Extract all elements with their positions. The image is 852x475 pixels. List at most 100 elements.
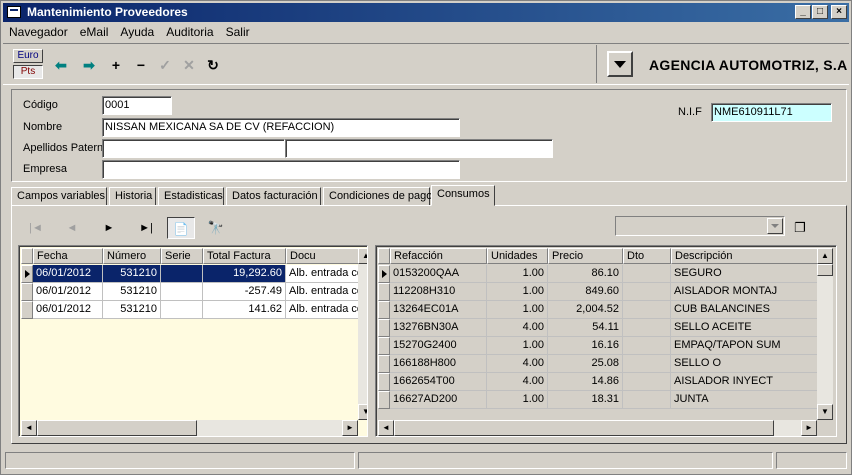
horizontal-scrollbar[interactable]: ◄ ► — [378, 420, 817, 436]
copy-icon[interactable]: ❐ — [786, 217, 814, 239]
last-record-button[interactable]: ►| — [132, 217, 160, 239]
row-indicator — [21, 265, 33, 283]
tab-historia[interactable]: Historia — [109, 187, 156, 206]
next-record-button[interactable]: ► — [95, 217, 123, 239]
cell-dto — [623, 265, 671, 283]
menu-auditoria[interactable]: Auditoria — [160, 23, 219, 41]
apellido-materno-field[interactable] — [285, 139, 553, 158]
cell-precio: 18.31 — [548, 391, 623, 409]
currency-pts-button[interactable]: Pts — [13, 65, 43, 79]
cell-docu: Alb. entrada co — [286, 301, 360, 319]
first-record-button[interactable]: |◄ — [22, 217, 50, 239]
consumos-panel: |◄ ◄ ► ►| 📄 🔭 ❐ Fecha Número Serie Total… — [11, 205, 847, 444]
vertical-scrollbar[interactable]: ▲ ▼ — [817, 248, 833, 420]
tab-condiciones-pago[interactable]: Condiciones de pago — [323, 187, 432, 206]
cell-total: 141.62 — [203, 301, 286, 319]
header-indicator — [21, 248, 33, 264]
arrow-left-icon[interactable]: ⬅ — [51, 56, 71, 74]
cell-unidades: 1.00 — [487, 337, 548, 355]
chevron-down-icon[interactable] — [767, 218, 783, 234]
scroll-thumb[interactable] — [37, 420, 197, 436]
col-total-factura[interactable]: Total Factura — [203, 248, 286, 264]
cell-unidades: 1.00 — [487, 301, 548, 319]
prev-record-button[interactable]: ◄ — [58, 217, 86, 239]
cell-numero: 531210 — [103, 301, 161, 319]
x-icon[interactable]: ✕ — [179, 56, 199, 74]
col-refaccion[interactable]: Refacción — [390, 248, 487, 264]
scroll-thumb[interactable] — [394, 420, 774, 436]
cell-unidades: 1.00 — [487, 391, 548, 409]
row-indicator — [378, 337, 390, 355]
plus-icon[interactable]: + — [106, 56, 126, 74]
check-icon[interactable]: ✓ — [155, 56, 175, 74]
close-button[interactable]: × — [831, 5, 847, 19]
currency-euro-button[interactable]: Euro — [13, 49, 43, 63]
scroll-left-button[interactable]: ◄ — [378, 420, 394, 436]
company-name: AGENCIA AUTOMOTRIZ, S.A — [649, 57, 848, 73]
cell-serie — [161, 283, 203, 301]
nif-field[interactable]: NME610911L71 — [711, 103, 832, 122]
tab-campos-variables[interactable]: Campos variables — [11, 187, 107, 206]
company-dropdown-button[interactable] — [607, 51, 633, 77]
cell-dto — [623, 391, 671, 409]
scroll-left-button[interactable]: ◄ — [21, 420, 37, 436]
col-docu[interactable]: Docu — [286, 248, 360, 264]
scroll-up-button[interactable]: ▲ — [358, 248, 367, 264]
scroll-right-button[interactable]: ► — [342, 420, 358, 436]
scroll-up-button[interactable]: ▲ — [817, 248, 833, 264]
menu-bar: Navegador eMail Ayuda Auditoria Salir — [3, 23, 849, 41]
cell-refaccion: 13276BN30A — [390, 319, 487, 337]
row-indicator — [21, 283, 33, 301]
cell-descripcion: AISLADOR MONTAJ — [671, 283, 819, 301]
minimize-button[interactable]: _ — [795, 5, 811, 19]
refresh-icon[interactable]: ↻ — [203, 56, 223, 74]
vertical-scrollbar[interactable]: ▲ ▼ — [358, 248, 367, 420]
col-descripcion[interactable]: Descripción — [671, 248, 819, 264]
cell-descripcion: CUB BALANCINES — [671, 301, 819, 319]
scroll-down-button[interactable]: ▼ — [817, 404, 833, 420]
menu-ayuda[interactable]: Ayuda — [114, 23, 160, 41]
tab-consumos[interactable]: Consumos — [431, 185, 495, 206]
arrow-right-icon[interactable]: ➡ — [79, 56, 99, 74]
menu-email[interactable]: eMail — [74, 23, 115, 41]
menu-salir[interactable]: Salir — [220, 23, 256, 41]
cell-descripcion: SELLO O — [671, 355, 819, 373]
row-indicator — [378, 283, 390, 301]
cell-dto — [623, 301, 671, 319]
cell-descripcion: JUNTA — [671, 391, 819, 409]
row-indicator — [21, 301, 33, 319]
apellidos-label: Apellidos Paterno — [23, 142, 103, 154]
codigo-field[interactable]: 0001 — [102, 96, 172, 115]
col-fecha[interactable]: Fecha — [33, 248, 103, 264]
scroll-down-button[interactable]: ▼ — [358, 404, 367, 420]
horizontal-scrollbar[interactable]: ◄ ► — [21, 420, 358, 436]
col-serie[interactable]: Serie — [161, 248, 203, 264]
col-dto[interactable]: Dto — [623, 248, 671, 264]
scroll-right-button[interactable]: ► — [801, 420, 817, 436]
row-indicator — [378, 355, 390, 373]
nombre-field[interactable]: NISSAN MEXICANA SA DE CV (REFACCION) — [102, 118, 460, 137]
cell-serie — [161, 301, 203, 319]
document-icon[interactable]: 📄 — [167, 217, 195, 239]
menu-navegador[interactable]: Navegador — [3, 23, 74, 41]
maximize-button[interactable]: □ — [812, 5, 828, 19]
apellido-paterno-field[interactable] — [102, 139, 285, 158]
filter-combo[interactable] — [615, 216, 785, 236]
scroll-thumb[interactable] — [817, 264, 833, 276]
status-pane-left — [5, 452, 355, 469]
title-bar[interactable]: Mantenimiento Proveedores _ □ × — [3, 3, 849, 22]
cell-total: 19,292.60 — [203, 265, 286, 283]
cell-precio: 849.60 — [548, 283, 623, 301]
minus-icon[interactable]: − — [131, 56, 151, 74]
tab-datos-facturacion[interactable]: Datos facturación — [226, 187, 321, 206]
row-indicator — [378, 373, 390, 391]
tab-estadisticas[interactable]: Estadisticas — [158, 187, 224, 206]
empresa-field[interactable] — [102, 160, 460, 179]
cell-refaccion: 16627AD200 — [390, 391, 487, 409]
invoices-grid: Fecha Número Serie Total Factura Docu 06… — [18, 245, 368, 437]
col-precio[interactable]: Precio — [548, 248, 623, 264]
col-numero[interactable]: Número — [103, 248, 161, 264]
cell-unidades: 4.00 — [487, 373, 548, 391]
col-unidades[interactable]: Unidades — [487, 248, 548, 264]
binoculars-icon[interactable]: 🔭 — [202, 217, 230, 239]
